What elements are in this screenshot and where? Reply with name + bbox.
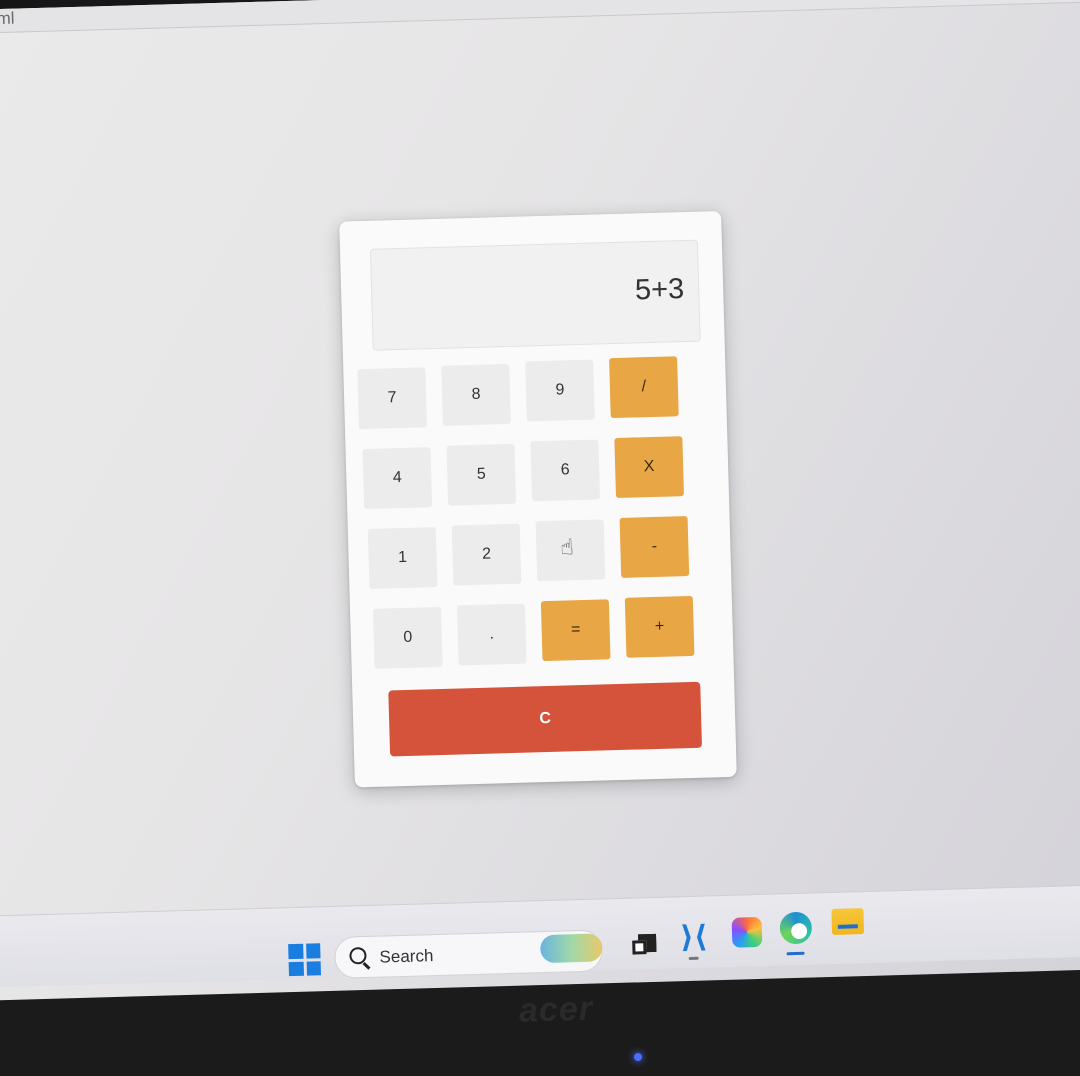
key-subtract[interactable]: - [619, 515, 690, 578]
power-led [634, 1053, 642, 1061]
edge-active-indicator [786, 951, 805, 956]
photo-frame: html 5+3 7 8 9/4 5 6 X 1 2-0. = + C ☝ Search ⟩⟨ a… [0, 0, 1080, 1076]
search-icon [349, 946, 367, 965]
clear-button[interactable]: C [388, 681, 703, 757]
brand-logo: acer [518, 989, 594, 1030]
vscode-icon[interactable]: ⟩⟨ [680, 920, 711, 954]
edge-icon[interactable] [779, 911, 813, 945]
key-1[interactable]: 1 [367, 527, 438, 589]
key-5[interactable]: 5 [446, 443, 517, 506]
windows-start-icon[interactable] [288, 943, 322, 977]
tab-label[interactable]: html [0, 9, 15, 30]
key-hidden-by-cursor[interactable] [535, 519, 606, 582]
key-add[interactable]: + [624, 595, 695, 658]
key-multiply[interactable]: X [614, 435, 684, 498]
key-4[interactable]: 4 [362, 447, 433, 510]
search-placeholder: Search [379, 946, 434, 967]
key-7[interactable]: 7 [357, 367, 427, 430]
key-6[interactable]: 6 [530, 439, 601, 502]
screen: html 5+3 7 8 9/4 5 6 X 1 2-0. = + C ☝ [0, 0, 1080, 1020]
news-widget-icon[interactable] [539, 933, 603, 964]
key-9[interactable]: 9 [525, 359, 595, 422]
calculator-display: 5+3 [369, 239, 701, 351]
vscode-running-indicator [688, 956, 699, 960]
key-8[interactable]: 8 [441, 363, 511, 426]
file-explorer-icon[interactable] [831, 908, 865, 935]
copilot-icon[interactable] [731, 916, 763, 948]
key-divide[interactable]: / [609, 355, 679, 418]
task-view-icon[interactable] [630, 928, 661, 959]
calculator: 5+3 7 8 9/4 5 6 X 1 2-0. = + C ☝ [339, 210, 737, 788]
key-0[interactable]: 0 [373, 606, 443, 669]
key-equals[interactable]: = [540, 599, 611, 662]
key-decimal[interactable]: . [456, 603, 527, 665]
browser-tab-bar: html [0, 0, 1080, 34]
key-2[interactable]: 2 [451, 523, 522, 586]
